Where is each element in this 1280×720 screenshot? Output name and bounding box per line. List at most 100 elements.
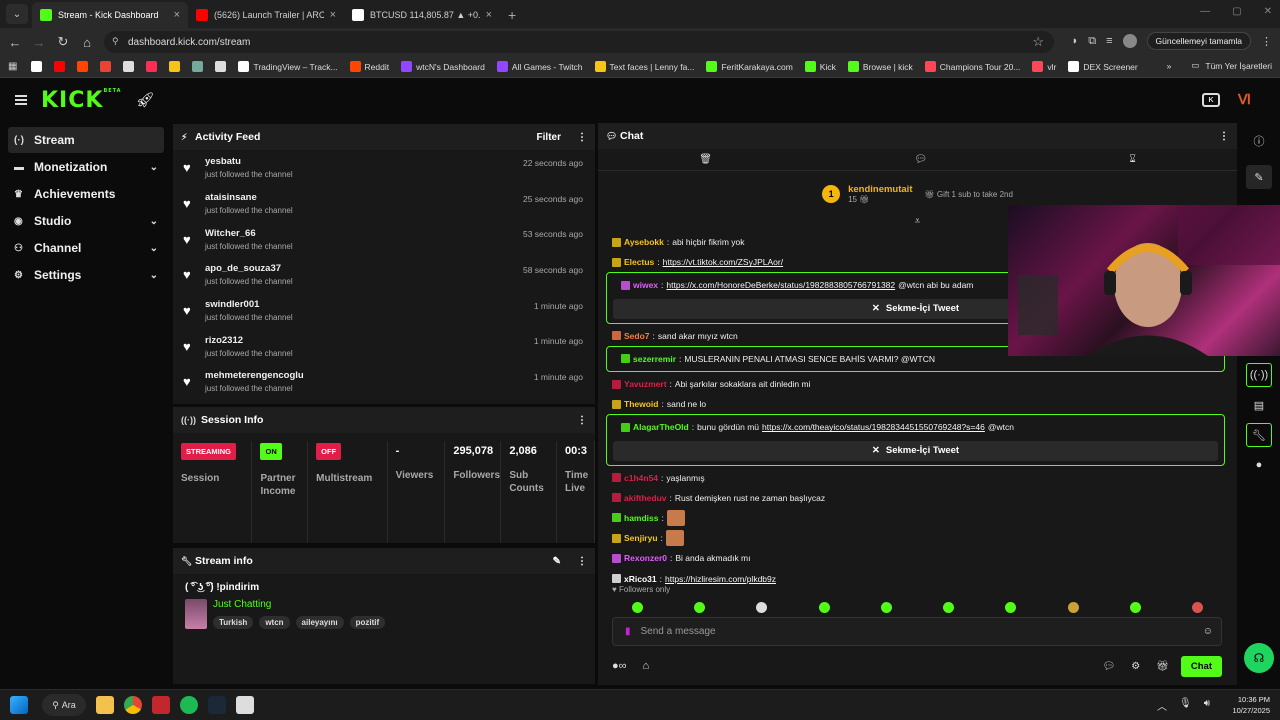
category-thumbnail[interactable] — [185, 599, 207, 629]
emote-icon[interactable] — [1130, 601, 1142, 613]
bookmark-item[interactable] — [163, 61, 186, 72]
tools-icon[interactable]: 🔧︎ — [1246, 423, 1272, 447]
site-info-icon[interactable]: ⚲ — [112, 36, 119, 47]
sidebar-item-settings[interactable]: ⚙ Settings ⌄ — [8, 262, 164, 288]
layers-icon[interactable]: ▤ — [1246, 393, 1272, 417]
sidebar-item-achievements[interactable]: ♛ Achievements — [8, 181, 164, 207]
kick-logo[interactable]: KICKBETA — [41, 88, 122, 113]
more-options-icon[interactable]: ⋮ — [577, 415, 587, 426]
browser-tab[interactable]: Stream - Kick Dashboard × — [32, 2, 188, 28]
bookmark-item[interactable]: vlr — [1026, 61, 1062, 72]
info-icon[interactable]: ⓘ — [1246, 129, 1272, 153]
sidebar-item-studio[interactable]: ◉ Studio ⌄ — [8, 208, 164, 234]
chat-username[interactable]: Rexonzer0 — [624, 553, 667, 563]
chat-username[interactable]: AlagarTheOld — [633, 422, 689, 432]
chat-link[interactable]: https://x.com/HonoreDeBerke/status/19828… — [666, 280, 895, 290]
gift-icon[interactable]: 🎁︎ — [1156, 661, 1169, 672]
category-link[interactable]: Just Chatting — [213, 599, 385, 610]
chrome-icon[interactable] — [124, 696, 142, 714]
tab-search-button[interactable]: ⌄ — [6, 4, 28, 24]
emote-icon[interactable] — [1192, 601, 1204, 613]
bookmark-star-icon[interactable]: ☆ — [1032, 34, 1044, 50]
taskbar-search[interactable]: ⚲ Ara — [42, 694, 86, 716]
browser-tab[interactable]: BTCUSD 114,805.87 ▲ +0.23% × — [344, 2, 500, 28]
extensions-puzzle-icon[interactable]: ⧉ — [1088, 35, 1096, 48]
chat-username[interactable]: Aysebokk — [624, 237, 664, 247]
feed-username[interactable]: Witcher_66 — [205, 228, 293, 239]
taskbar-clock[interactable]: 10:36 PM 10/27/2025 — [1232, 694, 1270, 716]
volume-icon[interactable]: 🔊︎ — [1204, 698, 1210, 713]
bookmark-item[interactable] — [140, 61, 163, 72]
bookmark-item[interactable]: Browse | kick — [842, 61, 919, 72]
update-button[interactable]: Güncellemeyi tamamla — [1146, 32, 1251, 50]
bookmark-item[interactable]: DEX Screener — [1062, 61, 1143, 72]
sidebar-item-channel[interactable]: ⚇ Channel ⌄ — [8, 235, 164, 261]
chat-username[interactable]: xRico31 — [624, 574, 657, 584]
hourglass-icon[interactable]: ⌛︎ — [1129, 154, 1135, 165]
feed-username[interactable]: mehmeterengencoglu — [205, 370, 304, 381]
chat-username[interactable]: Yavuzmert — [624, 379, 667, 389]
chevron-up-icon[interactable]: ︿ — [1157, 698, 1167, 713]
emote-icon[interactable] — [756, 601, 768, 613]
emote-icon[interactable] — [818, 601, 830, 613]
bookmark-item[interactable] — [25, 61, 48, 72]
emote-icon[interactable] — [1067, 601, 1079, 613]
feed-username[interactable]: swindler001 — [205, 299, 293, 310]
chat-link[interactable]: https://hizliresim.com/plkdb9z — [665, 574, 776, 584]
spotify-icon[interactable] — [180, 696, 198, 714]
close-window-icon[interactable]: ✕ — [1264, 6, 1272, 17]
emote-icon[interactable] — [631, 601, 643, 613]
chat-username[interactable]: sezerremir — [633, 354, 676, 364]
minimize-icon[interactable]: — — [1200, 6, 1210, 17]
chat-username[interactable]: hamdiss — [624, 513, 659, 523]
emote-picker-icon[interactable]: ☺ — [1203, 626, 1213, 637]
profile-avatar-icon[interactable] — [1122, 34, 1137, 48]
address-bar[interactable]: ⚲ dashboard.kick.com/stream ☆ — [104, 31, 1054, 53]
bookmark-item[interactable]: All Games - Twitch — [491, 61, 589, 72]
forward-icon[interactable]: → — [27, 35, 51, 50]
chat-send-button[interactable]: Chat — [1180, 655, 1222, 677]
reload-icon[interactable]: ↻ — [51, 34, 75, 50]
new-tab-button[interactable]: + — [508, 7, 516, 23]
gift-prompt[interactable]: 🎁︎ Gift 1 sub to take 2nd — [924, 190, 1012, 199]
chevron-right-icon[interactable]: » — [1167, 61, 1172, 71]
browser-tab[interactable]: (5626) Launch Trailer | ARC Raid × — [188, 2, 344, 28]
tag-chip[interactable]: pozitif — [349, 616, 386, 629]
all-bookmarks[interactable]: » ▭ Tüm Yer İşaretleri — [1167, 60, 1272, 71]
bookmark-item[interactable] — [94, 61, 117, 72]
chat-bubble-icon[interactable]: 💬︎ — [1103, 661, 1116, 672]
close-tab-icon[interactable]: × — [174, 9, 180, 21]
user-avatar[interactable]: Ⅵ — [1238, 91, 1256, 109]
kicks-icon[interactable]: ● — [1246, 453, 1272, 477]
home-icon[interactable]: ⌂ — [75, 35, 99, 50]
edit-icon[interactable]: ✎ — [1246, 165, 1272, 189]
media-controls-icon[interactable]: ≡ — [1106, 35, 1112, 47]
bookmark-item[interactable]: Reddit — [344, 61, 396, 72]
more-options-icon[interactable]: ⋮ — [577, 132, 587, 143]
maximize-icon[interactable]: ▢ — [1232, 6, 1241, 17]
more-options-icon[interactable]: ⋮ — [1219, 131, 1229, 142]
chat-username[interactable]: akiftheduv — [624, 493, 667, 503]
feed-username[interactable]: ataisinsane — [205, 192, 293, 203]
mic-icon[interactable]: 🎙︎ — [1179, 698, 1192, 713]
bookmark-item[interactable]: wtcN's Dashboard — [395, 61, 491, 72]
extension-icon[interactable]: ◗ — [1072, 35, 1079, 47]
bookmark-item[interactable] — [48, 61, 71, 72]
chat-link[interactable]: https://x.com/theayico/status/1982834451… — [762, 422, 985, 432]
chat-input[interactable]: ▮ Send a message ☺ — [612, 617, 1222, 646]
rocket-icon[interactable]: 🚀︎ — [136, 91, 155, 109]
trash-icon[interactable]: 🗑︎ — [699, 154, 712, 165]
sidebar-item-monetization[interactable]: ▬ Monetization ⌄ — [8, 154, 164, 180]
chat-username[interactable]: Sedo7 — [624, 331, 650, 341]
browser-menu-icon[interactable]: ⋮ — [1261, 35, 1272, 48]
emote-icon[interactable] — [880, 601, 892, 613]
app-icon[interactable] — [152, 696, 170, 714]
chat-username[interactable]: c1h4n54 — [624, 473, 658, 483]
feed-username[interactable]: apo_de_souza37 — [205, 263, 293, 274]
tag-chip[interactable]: aileyayını — [295, 616, 344, 629]
bookmark-item[interactable]: FeritKarakaya.com — [700, 61, 798, 72]
bookmark-item[interactable]: Text faces | Lenny fa... — [589, 61, 701, 72]
store-icon[interactable]: ⌂ — [643, 660, 650, 672]
feed-username[interactable]: rizo2312 — [205, 335, 293, 346]
bookmark-item[interactable] — [71, 61, 94, 72]
